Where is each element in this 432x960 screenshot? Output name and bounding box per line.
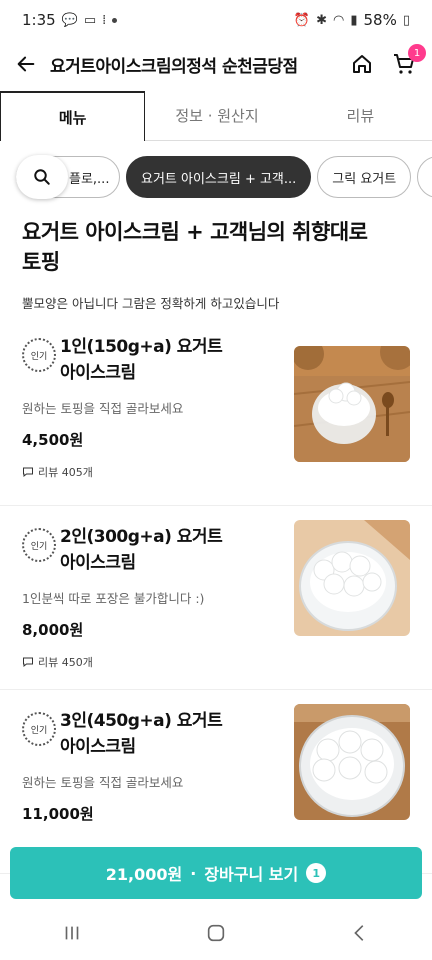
item-name: 3인(450g+a) 요거트 아이스크림 xyxy=(60,708,223,760)
section-title: 요거트 아이스크림 + 고객님의 취향대로 토핑 xyxy=(22,217,410,277)
store-title: 요거트아이스크림의정석 순천금당점 xyxy=(50,56,298,77)
review-bubble-icon xyxy=(23,467,33,478)
item-review: 리뷰 405개 xyxy=(22,464,410,480)
home-button[interactable] xyxy=(346,48,378,80)
chip-category-greek-yogurt[interactable]: 그릭 요거트 xyxy=(317,156,412,198)
category-chips: 플로,... 요거트 아이스크림 + 고객... 그릭 요거트 다 xyxy=(0,141,432,213)
section-title-line1: 요거트 아이스크림 + 고객님의 취향대로 xyxy=(22,220,368,244)
cart-total-price: 21,000원 xyxy=(105,865,183,884)
item-name-row: 인기 1인(150g+a) 요거트 아이스크림 xyxy=(22,334,272,386)
yogurt-bowl-image xyxy=(294,520,410,636)
item-name-line2: 아이스크림 xyxy=(60,737,136,757)
wifi-icon: ◠ xyxy=(333,12,345,28)
tab-bar: 메뉴 정보 · 원산지 리뷰 xyxy=(0,91,432,141)
steps-icon: ⁞ xyxy=(102,12,107,28)
item-name-line1: 2인(300g+a) 요거트 xyxy=(60,527,223,547)
popular-badge: 인기 xyxy=(22,528,56,562)
item-review: 리뷰 450개 xyxy=(22,654,410,670)
cart-button[interactable]: 1 xyxy=(388,44,426,80)
view-cart-button[interactable]: 21,000원 · 장바구니 보기 1 xyxy=(10,847,422,899)
item-description: 1인분씩 따로 포장은 불가합니다 :) xyxy=(22,591,205,606)
tab-info-origin[interactable]: 정보 · 원산지 xyxy=(145,91,288,140)
home-icon xyxy=(353,55,371,73)
menu-search-button[interactable] xyxy=(16,155,68,199)
item-name: 1인(150g+a) 요거트 아이스크림 xyxy=(60,334,223,386)
chip-category-4[interactable]: 다 xyxy=(417,156,432,198)
yogurt-cup-image xyxy=(294,346,410,462)
chip-category-yogurt-icecream[interactable]: 요거트 아이스크림 + 고객... xyxy=(126,156,312,198)
status-right: ⏰ ✱ ◠ ▮ 58% ▯ xyxy=(294,11,410,29)
item-name-line1: 3인(450g+a) 요거트 xyxy=(60,711,223,731)
menu-item[interactable]: 인기 1인(150g+a) 요거트 아이스크림 원하는 토핑을 직접 골라보세요… xyxy=(0,334,432,506)
cart-item-count: 1 xyxy=(306,863,327,883)
menu-item[interactable]: 인기 2인(300g+a) 요거트 아이스크림 1인분씩 따로 포장은 불가합니… xyxy=(0,506,432,690)
back-nav-icon[interactable] xyxy=(349,922,371,944)
cart-separator: · xyxy=(190,863,197,883)
yogurt-large-bowl-image xyxy=(294,704,410,820)
item-name-line2: 아이스크림 xyxy=(60,553,136,573)
battery-level: 58% xyxy=(363,11,397,29)
item-description: 원하는 토핑을 직접 골라보세요 xyxy=(22,401,184,416)
item-image xyxy=(294,704,410,820)
cart-label: 장바구니 보기 xyxy=(204,865,299,884)
item-review-count: 리뷰 450개 xyxy=(38,656,93,669)
app-header: 요거트아이스크림의정석 순천금당점 1 xyxy=(0,40,432,88)
system-nav-bar xyxy=(0,906,432,960)
home-nav-icon[interactable] xyxy=(205,922,227,944)
notification-dot-icon xyxy=(112,17,118,23)
section-title-line2: 토핑 xyxy=(22,250,60,274)
section-description: 뿔모양은 아닙니다 그람은 정확하게 하고있습니다 xyxy=(22,296,280,311)
status-left: 1:35 💬 ▭ ⁞ xyxy=(22,11,118,29)
signal-icon: ▮ xyxy=(350,12,358,28)
item-name-line1: 1인(150g+a) 요거트 xyxy=(60,337,223,357)
item-review-count: 리뷰 405개 xyxy=(38,466,93,479)
popular-badge: 인기 xyxy=(22,712,56,746)
back-arrow-icon xyxy=(17,56,35,72)
tab-menu[interactable]: 메뉴 xyxy=(0,91,146,141)
item-description: 원하는 토핑을 직접 골라보세요 xyxy=(22,775,184,790)
review-bubble-icon xyxy=(23,657,33,668)
item-name-line2: 아이스크림 xyxy=(60,363,136,383)
item-image xyxy=(294,346,410,462)
chat-bubble-icon: 💬 xyxy=(61,12,78,28)
item-name-row: 인기 3인(450g+a) 요거트 아이스크림 xyxy=(22,708,272,760)
search-icon xyxy=(34,169,50,185)
back-button[interactable] xyxy=(14,52,38,76)
item-name-row: 인기 2인(300g+a) 요거트 아이스크림 xyxy=(22,524,272,576)
tab-reviews[interactable]: 리뷰 xyxy=(289,91,432,140)
bluetooth-icon: ✱ xyxy=(316,12,327,28)
item-name: 2인(300g+a) 요거트 아이스크림 xyxy=(60,524,223,576)
item-image xyxy=(294,520,410,636)
alarm-icon: ⏰ xyxy=(293,12,311,28)
battery-icon: ▯ xyxy=(402,12,410,28)
section-header: 요거트 아이스크림 + 고객님의 취향대로 토핑 뿔모양은 아닙니다 그람은 정… xyxy=(0,213,432,312)
recent-apps-icon[interactable] xyxy=(61,922,83,944)
card-icon: ▭ xyxy=(83,12,97,28)
cart-badge: 1 xyxy=(408,44,426,62)
popular-badge: 인기 xyxy=(22,338,56,372)
status-bar: 1:35 💬 ▭ ⁞ ⏰ ✱ ◠ ▮ 58% ▯ xyxy=(0,0,432,40)
status-time: 1:35 xyxy=(22,11,56,29)
